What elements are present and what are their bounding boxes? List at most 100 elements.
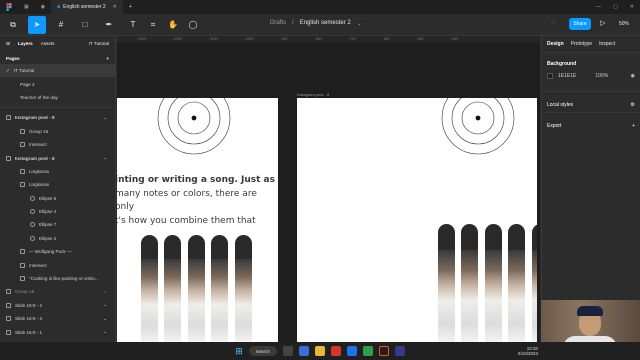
add-page-icon[interactable]: + (106, 56, 109, 61)
panel-toggle-icon[interactable]: ⊞ (6, 41, 10, 47)
tab-home[interactable]: ◉ (35, 0, 51, 14)
layer-item[interactable]: Group 16 (0, 125, 115, 138)
person-cap (577, 306, 603, 316)
chevron-down-icon[interactable]: ⌄ (357, 20, 362, 27)
shape-tool[interactable]: □ (76, 16, 94, 34)
file-breadcrumb: Drafts / English semester 2 ⌄ (270, 20, 362, 27)
layer-item[interactable]: Slide 16:9 - 1 ⌄ (0, 325, 115, 338)
main-menu-button[interactable]: ⧉ (4, 16, 22, 34)
background-fill-row[interactable]: 1E1E1E 100% ◉ (542, 71, 640, 81)
layer-item[interactable]: Group 18 ⌄ (0, 285, 115, 298)
layer-item[interactable]: Instagram post - 8 ⌄ (0, 111, 115, 124)
photo-strip[interactable] (508, 224, 525, 342)
new-tab-button[interactable]: + (123, 0, 138, 14)
photo-strip[interactable] (164, 235, 181, 342)
tab-drafts[interactable]: ▦ (18, 0, 35, 14)
layer-item[interactable]: Ellipse 2 (0, 232, 115, 245)
zoom-level[interactable]: 50% (619, 21, 629, 27)
edge-icon[interactable] (346, 346, 357, 356)
tab-assets[interactable]: Assets (41, 41, 55, 47)
background-hex[interactable]: 1E1E1E (558, 73, 576, 79)
instagram-post-frame-1[interactable]: inting or writing a song. Just as many n… (117, 98, 278, 342)
background-opacity[interactable]: 100% (595, 73, 608, 79)
layer-item[interactable]: Ellipse 5 (0, 192, 115, 205)
tab-inspect[interactable]: Inspect (599, 41, 615, 47)
layer-item[interactable]: Ellipse 4 (0, 205, 115, 218)
comment-tool[interactable]: ◯ (184, 16, 202, 34)
chevron-down-icon[interactable]: ⌄ (103, 115, 107, 121)
frame-tool[interactable]: # (52, 16, 70, 34)
layer-item[interactable]: Lingkaran (0, 165, 115, 178)
photo-strip[interactable] (485, 224, 502, 342)
page-item[interactable]: Teacher of the day (0, 91, 115, 104)
settings-icon[interactable]: ⚙ (631, 102, 635, 108)
present-icon[interactable]: ▷ (600, 19, 605, 27)
tab-design[interactable]: Design (547, 41, 564, 47)
pages-title: Pages (6, 55, 20, 61)
layer-item[interactable]: Ellipse 7 (0, 218, 115, 231)
pages-header: Pages + (0, 52, 115, 64)
layer-item[interactable]: Instagram post - 8 ⌄ (0, 151, 115, 164)
design-canvas[interactable]: -1300 -1200 -1100 -1000 -900 -800 -700 -600 -500… (117, 36, 540, 342)
folder-icon[interactable] (314, 346, 325, 356)
layer-label: Intersect (29, 142, 47, 148)
layer-item[interactable]: — Wolfgang Puck — (0, 245, 115, 258)
layer-item[interactable]: Intersect (0, 258, 115, 271)
plus-icon[interactable]: + (632, 123, 635, 129)
pen-tool[interactable]: ✒ (100, 16, 118, 34)
chevron-down-icon[interactable]: ⌄ (103, 289, 107, 295)
chevron-down-icon[interactable]: ⌄ (103, 316, 107, 322)
ellipse-icon (30, 222, 35, 228)
chevron-down-icon[interactable]: ⌄ (103, 329, 107, 335)
tab-prototype[interactable]: Prototype (571, 41, 592, 47)
photo-strip[interactable] (188, 235, 205, 342)
layer-item[interactable]: Slide 16:9 - 3 ⌄ (0, 312, 115, 325)
multiplayer-icon[interactable]: ◌ (551, 19, 555, 26)
photo-strip[interactable] (461, 224, 478, 342)
system-clock[interactable]: 10:20 5/10/2023 (518, 346, 538, 356)
search-box[interactable]: Search (248, 346, 277, 356)
layer-item[interactable]: "Cooking is like painting or writin... (0, 272, 115, 285)
store-icon[interactable] (394, 346, 405, 356)
quote-text[interactable]: inting or writing a song. Just as many n… (117, 174, 275, 228)
tab-file[interactable]: ■ English semester 2 ✕ (51, 0, 123, 14)
app-icon[interactable] (330, 346, 341, 356)
task-view-icon[interactable] (282, 346, 293, 356)
close-icon[interactable]: ✕ (113, 4, 117, 10)
minimize-icon[interactable]: — (596, 4, 601, 10)
chevron-down-icon[interactable]: ⌄ (103, 302, 107, 308)
color-swatch[interactable] (547, 73, 553, 79)
page-item[interactable]: Page 3 (0, 77, 115, 90)
layer-item[interactable]: Slide 16:9 - 2 ⌄ (0, 299, 115, 312)
chrome-icon[interactable] (362, 346, 373, 356)
page-label: IT Tutorial (13, 68, 35, 74)
drafts-link[interactable]: Drafts (270, 20, 286, 27)
quote-line: many notes or colors, there are only (117, 188, 257, 213)
figma-icon[interactable] (378, 346, 389, 356)
window-close-icon[interactable]: ✕ (630, 4, 634, 10)
tab-layers[interactable]: Layers (18, 41, 33, 47)
resources-tool[interactable]: ⌗ (144, 16, 162, 34)
page-select[interactable]: IT Tutorial (89, 41, 109, 47)
text-tool[interactable]: T (124, 16, 142, 34)
page-item[interactable]: ✓ IT Tutorial (0, 64, 115, 78)
frame-icon (6, 302, 11, 308)
photo-strip[interactable] (141, 235, 158, 342)
share-button[interactable]: Share (569, 18, 591, 30)
start-icon[interactable]: ⊞ (235, 346, 243, 357)
photo-strip[interactable] (438, 224, 455, 342)
eye-icon[interactable]: ◉ (631, 73, 635, 79)
move-tool[interactable]: ➤ (28, 15, 46, 34)
layer-item[interactable]: Lingkaran (0, 178, 115, 191)
file-title[interactable]: English semester 2 (300, 20, 351, 27)
photo-strip[interactable] (235, 235, 252, 342)
maximize-icon[interactable]: ▢ (613, 4, 618, 10)
teams-icon[interactable] (298, 346, 309, 356)
photo-strip[interactable] (211, 235, 228, 342)
frame-label[interactable]: Instagram post - 8 (297, 92, 329, 97)
layer-item[interactable]: Intersect (0, 138, 115, 151)
instagram-post-frame-2[interactable] (297, 98, 540, 342)
figma-menu-button[interactable] (0, 0, 18, 14)
hand-tool[interactable]: ✋ (164, 16, 182, 34)
chevron-down-icon[interactable]: ⌄ (103, 155, 107, 161)
